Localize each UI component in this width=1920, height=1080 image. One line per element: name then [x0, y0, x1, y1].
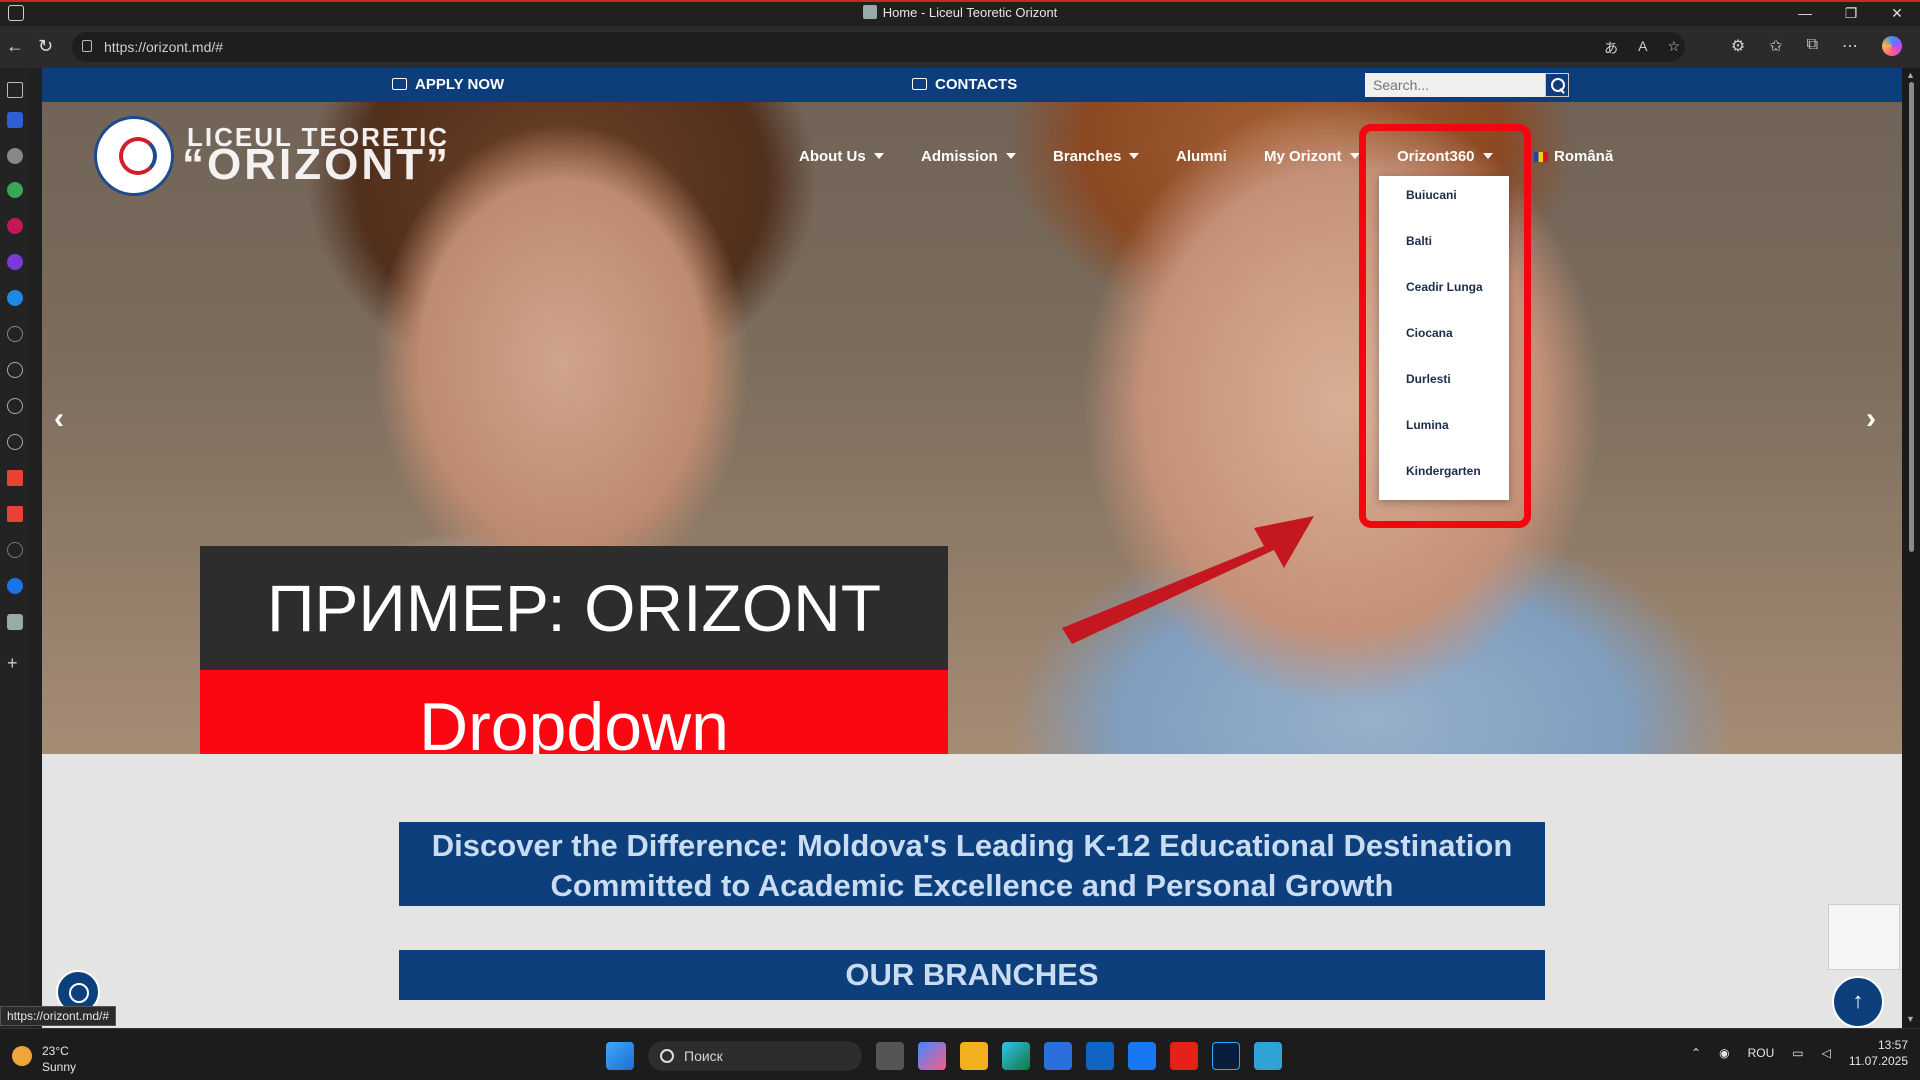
- sidebar-tab-icon[interactable]: [7, 182, 23, 198]
- contacts-label: CONTACTS: [935, 76, 1018, 93]
- search-icon[interactable]: [1545, 73, 1569, 97]
- taskbar-apps: Поиск: [606, 1041, 1282, 1071]
- input-language[interactable]: ROU: [1748, 1046, 1775, 1060]
- headline-line1: Discover the Difference: Moldova's Leadi…: [431, 828, 1513, 863]
- copilot-app-icon[interactable]: [918, 1042, 946, 1070]
- main-content: Discover the Difference: Moldova's Leadi…: [42, 754, 1902, 1028]
- site-search: [1365, 73, 1569, 97]
- globe-icon[interactable]: [7, 434, 23, 450]
- favorites-icon[interactable]: ✩: [1769, 36, 1782, 56]
- sidebar-tab-icon[interactable]: [7, 326, 23, 342]
- apply-now-label: APPLY NOW: [415, 76, 505, 93]
- browser-side-rail: +: [0, 68, 30, 1028]
- weather-widget[interactable]: 23°C Sunny: [42, 1043, 76, 1075]
- site-search-input[interactable]: [1365, 73, 1545, 97]
- window-controls: — ❐ ✕: [1782, 2, 1920, 26]
- taskbar-search-label: Поиск: [684, 1048, 723, 1064]
- file-explorer-icon[interactable]: [960, 1042, 988, 1070]
- sidebar-tab-icon[interactable]: [7, 148, 23, 164]
- windows-taskbar: 23°C Sunny Поиск ⌃ ◉ ROU ▭ ◁ 13:57 11.07…: [0, 1028, 1920, 1080]
- status-bar-url: https://orizont.md/#: [0, 1006, 117, 1026]
- sidebar-tab-icon[interactable]: [7, 254, 23, 270]
- slider-prev-icon[interactable]: ‹: [54, 402, 64, 436]
- copilot-icon[interactable]: [1882, 36, 1902, 56]
- sidebar-tab-icon[interactable]: [7, 218, 23, 234]
- overlay-subtitle: Dropdown: [200, 670, 948, 754]
- tab-actions-icon[interactable]: [7, 82, 23, 98]
- volume-icon[interactable]: ◁: [1822, 1046, 1831, 1060]
- scrollbar-thumb[interactable]: [1909, 82, 1914, 552]
- slider-next-icon[interactable]: ›: [1866, 402, 1876, 436]
- address-bar[interactable]: https://orizont.md/#: [72, 32, 1685, 62]
- read-aloud-icon[interactable]: A: [1638, 38, 1647, 58]
- weather-desc: Sunny: [42, 1060, 77, 1074]
- recaptcha-badge[interactable]: [1828, 904, 1900, 970]
- sidebar-tab-icon[interactable]: [7, 290, 23, 306]
- more-menu-icon[interactable]: ⋯: [1842, 36, 1858, 56]
- weather-sun-icon[interactable]: [12, 1046, 32, 1066]
- address-bar-tools: あ A ☆: [1604, 38, 1680, 58]
- envelope-icon: [912, 78, 927, 90]
- scroll-to-top-icon[interactable]: ↑: [1832, 976, 1884, 1028]
- apply-now-link[interactable]: APPLY NOW: [392, 76, 504, 93]
- address-bar-url: https://orizont.md/#: [104, 39, 224, 55]
- facebook-icon[interactable]: [1128, 1042, 1156, 1070]
- page-viewport: APPLY NOW CONTACTS LICEUL TEORETIC “ORIZ…: [42, 68, 1902, 1028]
- tray-chevron-icon[interactable]: ⌃: [1691, 1046, 1701, 1060]
- store-icon[interactable]: [1044, 1042, 1072, 1070]
- taskbar-search[interactable]: Поиск: [648, 1041, 862, 1071]
- translate-icon[interactable]: あ: [1604, 38, 1618, 58]
- search-tab-icon[interactable]: [7, 578, 23, 594]
- scroll-down-icon[interactable]: ▼: [1906, 1014, 1915, 1024]
- red-arrow-shape: [1062, 516, 1314, 644]
- weather-temp: 23°C: [42, 1044, 69, 1058]
- globe-icon[interactable]: [7, 362, 23, 378]
- edge-browser-icon[interactable]: [1002, 1042, 1030, 1070]
- overlay-title: ПРИМЕР: ORIZONT: [200, 546, 948, 670]
- refresh-icon[interactable]: ↻: [38, 37, 53, 55]
- close-icon[interactable]: ✕: [1874, 2, 1920, 26]
- taskbar-clock[interactable]: 13:57 11.07.2025: [1849, 1037, 1908, 1069]
- favorite-star-icon[interactable]: ☆: [1667, 38, 1680, 58]
- page-scrollbar[interactable]: ▲ ▼: [1902, 68, 1920, 1028]
- notepad-icon[interactable]: [1254, 1042, 1282, 1070]
- clock-date: 11.07.2025: [1848, 1054, 1908, 1068]
- windows-start-icon[interactable]: [606, 1042, 634, 1070]
- task-view-icon[interactable]: [876, 1042, 904, 1070]
- contacts-link[interactable]: CONTACTS: [912, 76, 1017, 93]
- gmail-icon[interactable]: [7, 470, 23, 486]
- back-arrow-icon[interactable]: ←: [6, 37, 24, 55]
- window-titlebar: Home - Liceul Teoretic Orizont — ❐ ✕: [0, 0, 1920, 26]
- browser-actions: ⚙ ✩ ⧉ ⋯: [1731, 36, 1902, 56]
- branches-title: OUR BRANCHES: [399, 950, 1545, 1000]
- browser-toolbar: ← ↻ https://orizont.md/# あ A ☆ ⚙ ✩ ⧉ ⋯: [0, 26, 1920, 68]
- collections-icon[interactable]: ⧉: [1807, 36, 1818, 56]
- headline-banner: Discover the Difference: Moldova's Leadi…: [399, 822, 1545, 906]
- active-tab-icon[interactable]: [7, 614, 23, 630]
- restore-icon[interactable]: ❐: [1828, 2, 1874, 26]
- globe-icon[interactable]: [7, 542, 23, 558]
- hand-pointer-icon: [392, 78, 407, 90]
- scroll-up-icon[interactable]: ▲: [1906, 70, 1915, 80]
- minimize-icon[interactable]: —: [1782, 2, 1828, 26]
- site-favicon-icon: [862, 5, 877, 19]
- youtube-icon[interactable]: [1170, 1042, 1198, 1070]
- new-tab-plus-icon[interactable]: +: [7, 654, 23, 672]
- gmail-icon[interactable]: [7, 506, 23, 522]
- network-icon[interactable]: ◉: [1719, 1046, 1729, 1060]
- sidebar-tab-icon[interactable]: [7, 112, 23, 128]
- display-icon[interactable]: ▭: [1792, 1046, 1803, 1060]
- headline-line2: Committed to Academic Excellence and Per…: [550, 868, 1394, 903]
- site-topbar: APPLY NOW CONTACTS: [42, 68, 1902, 102]
- photoshop-icon[interactable]: [1212, 1042, 1240, 1070]
- window-title: Home - Liceul Teoretic Orizont: [0, 5, 1920, 20]
- globe-icon[interactable]: [7, 398, 23, 414]
- window-title-text: Home - Liceul Teoretic Orizont: [882, 5, 1058, 20]
- hero-slider: LICEUL TEORETIC “ORIZONT” About Us Admis…: [42, 102, 1902, 754]
- system-tray: ⌃ ◉ ROU ▭ ◁ 13:57 11.07.2025: [1691, 1037, 1908, 1069]
- lock-icon: [82, 40, 92, 52]
- clock-time: 13:57: [1877, 1038, 1908, 1052]
- extensions-icon[interactable]: ⚙: [1731, 36, 1745, 56]
- outlook-icon[interactable]: [1086, 1042, 1114, 1070]
